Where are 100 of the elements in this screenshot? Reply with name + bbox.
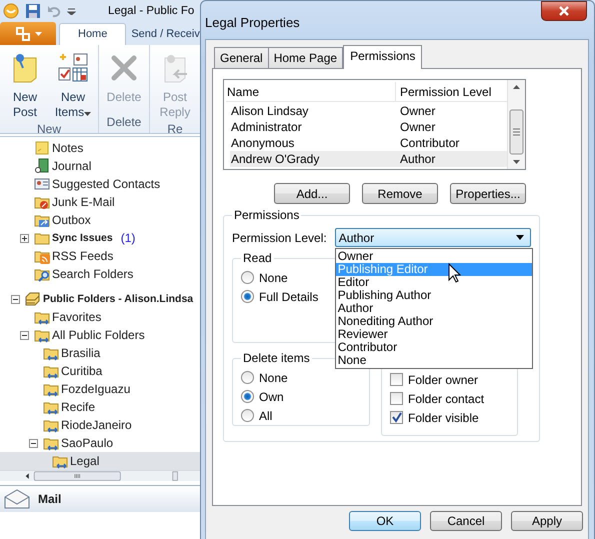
table-cell: Author <box>400 152 436 166</box>
group-label: Re <box>166 121 184 138</box>
field-label: Permission Level: <box>232 230 327 244</box>
folder-item[interactable]: Brasilia <box>0 344 200 362</box>
dropdown-option[interactable]: Editor <box>336 276 532 289</box>
folder-stack-icon <box>25 291 41 307</box>
folder-item[interactable]: RiodeJaneiro <box>0 416 200 434</box>
radio-option[interactable]: Full Details <box>241 287 318 306</box>
group-label: Delete items <box>242 351 311 365</box>
radio-option[interactable]: All <box>241 406 272 425</box>
group-label: Delete <box>106 114 142 131</box>
radio-option[interactable]: None <box>241 368 288 387</box>
checkbox-option[interactable]: Folder owner <box>390 370 478 389</box>
tab[interactable]: Home Page <box>268 47 344 68</box>
mail-button[interactable]: Mail <box>0 485 200 512</box>
collapse-icon[interactable] <box>20 330 29 340</box>
caret-icon <box>34 32 42 36</box>
list-row[interactable]: Alison Lindsay Owner <box>230 103 507 119</box>
group-label: Read <box>242 251 273 265</box>
dialog-button[interactable]: Cancel <box>430 511 502 531</box>
ribbon-tab[interactable]: Send / Receiv <box>129 25 202 45</box>
checkbox-option[interactable]: Folder contact <box>390 389 484 408</box>
vertical-scrollbar[interactable] <box>507 80 525 169</box>
folder-item[interactable]: Outbox <box>0 211 200 229</box>
dialog-button[interactable]: Apply <box>511 511 583 531</box>
new-items-icon <box>57 52 89 84</box>
folder-item[interactable]: All Public Folders <box>0 326 200 344</box>
folder-item[interactable]: Public Folders - Alison.Lindsa <box>0 290 200 308</box>
folder-item[interactable]: Sync Issues (1) <box>0 229 200 247</box>
file-menu-button[interactable] <box>0 22 56 45</box>
radio-icon[interactable] <box>241 271 254 284</box>
customize-icon[interactable] <box>67 7 76 15</box>
save-icon[interactable] <box>25 3 41 19</box>
folder-item[interactable]: Search Folders <box>0 265 200 283</box>
expand-icon[interactable] <box>20 234 29 242</box>
folder-item[interactable]: Recife <box>0 398 200 416</box>
radio-option[interactable]: Own <box>241 387 284 406</box>
folder-item[interactable]: FozdeIguazu <box>0 380 200 398</box>
journal-icon <box>34 158 50 174</box>
dropdown-option[interactable]: Nonediting Author <box>336 315 532 328</box>
app-icon[interactable] <box>3 3 19 19</box>
dialog-title: Legal Properties <box>205 15 300 30</box>
checkbox-icon[interactable] <box>390 373 403 386</box>
dropdown-option[interactable]: None <box>336 354 532 367</box>
table-cell-text: Andrew O'Grady <box>230 152 320 166</box>
checkbox-icon[interactable] <box>390 392 403 405</box>
column-header[interactable]: Permission Level <box>396 82 492 101</box>
checkbox-option[interactable]: Folder visible <box>390 408 479 427</box>
envelope-icon <box>4 489 30 510</box>
folder-item[interactable]: Junk E-Mail <box>0 193 200 211</box>
folder-item[interactable]: SaoPaulo <box>0 434 200 452</box>
dialog-button[interactable]: Add... <box>274 183 350 204</box>
group-label: New <box>36 121 62 138</box>
caret-icon <box>84 112 92 116</box>
column-header[interactable]: Name <box>226 82 396 101</box>
folder-item[interactable]: Notes <box>0 139 200 157</box>
table-cell-text: Alison Lindsay <box>230 104 310 118</box>
radio-icon[interactable] <box>241 409 254 422</box>
checkbox-icon[interactable] <box>390 411 403 424</box>
caret-icon <box>516 235 524 240</box>
dialog-button[interactable]: Properties... <box>450 183 526 204</box>
file-icon <box>14 26 30 42</box>
dropdown-option[interactable]: Owner <box>336 250 532 263</box>
tab[interactable]: Permissions <box>343 45 422 69</box>
table-cell: Contributor <box>400 136 460 150</box>
folder-item[interactable]: Suggested Contacts <box>0 175 200 193</box>
dropdown-option[interactable]: Author <box>336 302 532 315</box>
list-row[interactable]: Andrew O'Grady Author <box>230 151 507 167</box>
collapse-icon[interactable] <box>29 438 38 448</box>
permissions-list[interactable]: Name Permission Level Alison Lindsay Owner Administrator Owner Anonymous Contributor Andrew O'Grady Author <box>223 79 526 170</box>
contact-card-icon <box>34 176 50 192</box>
folder-item[interactable]: RSS Feeds <box>0 247 200 265</box>
list-row[interactable]: Administrator Owner <box>230 119 507 135</box>
folder-item[interactable]: Favorites <box>0 308 200 326</box>
horizontal-scrollbar[interactable] <box>0 470 200 482</box>
radio-icon[interactable] <box>241 390 254 403</box>
ribbon-tab[interactable]: Home <box>59 23 126 45</box>
folder-item[interactable]: Curitiba <box>0 362 200 380</box>
list-row[interactable]: Anonymous Contributor <box>230 135 507 151</box>
dialog-button[interactable]: OK <box>349 511 421 531</box>
folder-item[interactable]: Journal <box>0 157 200 175</box>
dropdown-option[interactable]: Reviewer <box>336 328 532 341</box>
close-button[interactable] <box>541 1 587 21</box>
dropdown-option[interactable]: Contributor <box>336 341 532 354</box>
mouse-pointer-icon <box>448 263 461 283</box>
dialog-button[interactable]: Remove <box>362 183 438 204</box>
tab[interactable]: General <box>214 47 269 68</box>
unread-count: (1) <box>120 231 136 245</box>
folder-item[interactable]: Legal <box>0 452 200 470</box>
ribbon-button[interactable]: New Items <box>52 49 94 120</box>
dropdown-option[interactable]: Publishing Author <box>336 289 532 302</box>
window-title: Legal - Public Fo <box>108 5 194 17</box>
ribbon-button[interactable]: New Post <box>4 49 46 120</box>
radio-icon[interactable] <box>241 371 254 384</box>
collapse-icon[interactable] <box>11 294 20 304</box>
note-icon <box>34 140 50 156</box>
table-cell: Owner <box>400 120 436 134</box>
radio-option[interactable]: None <box>241 268 288 287</box>
close-icon <box>558 6 570 16</box>
radio-icon[interactable] <box>241 290 254 303</box>
